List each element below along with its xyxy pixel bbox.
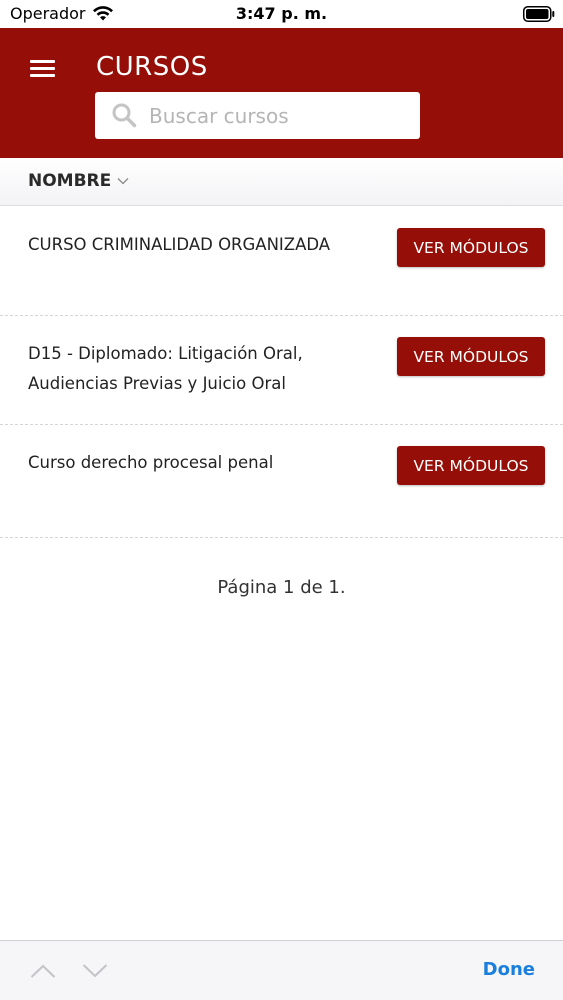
course-name: D15 - Diplomado: Litigación Oral, Audien… [28, 344, 303, 393]
keyboard-accessory-bar: Done [0, 940, 563, 1000]
app-header: CURSOS [0, 28, 563, 158]
sort-by-name-button[interactable]: NOMBRE [28, 171, 129, 191]
search-input[interactable] [149, 92, 409, 139]
search-icon [112, 103, 137, 128]
sort-bar: NOMBRE [0, 158, 563, 206]
status-bar: Operador 3:47 p. m. [0, 0, 563, 28]
search-box[interactable] [95, 92, 420, 139]
list-item: Curso derecho procesal penal VER MÓDULOS [0, 425, 563, 538]
view-modules-button[interactable]: VER MÓDULOS [397, 228, 545, 267]
done-button[interactable]: Done [483, 959, 535, 980]
chevron-down-icon [117, 178, 129, 185]
battery-icon [523, 6, 555, 22]
pagination-text: Página 1 de 1. [217, 577, 346, 598]
menu-icon[interactable] [30, 60, 55, 78]
course-name: CURSO CRIMINALIDAD ORGANIZADA [28, 235, 331, 254]
clock: 3:47 p. m. [235, 4, 328, 23]
page-title: CURSOS [96, 52, 208, 82]
course-name: Curso derecho procesal penal [28, 453, 274, 472]
course-list: CURSO CRIMINALIDAD ORGANIZADA VER MÓDULO… [0, 207, 563, 538]
sort-label: NOMBRE [28, 171, 112, 191]
list-item: D15 - Diplomado: Litigación Oral, Audien… [0, 316, 563, 425]
chevron-up-icon[interactable] [30, 963, 56, 979]
view-modules-button[interactable]: VER MÓDULOS [397, 337, 545, 376]
list-item: CURSO CRIMINALIDAD ORGANIZADA VER MÓDULO… [0, 207, 563, 316]
view-modules-button[interactable]: VER MÓDULOS [397, 446, 545, 485]
chevron-down-icon[interactable] [82, 963, 108, 979]
